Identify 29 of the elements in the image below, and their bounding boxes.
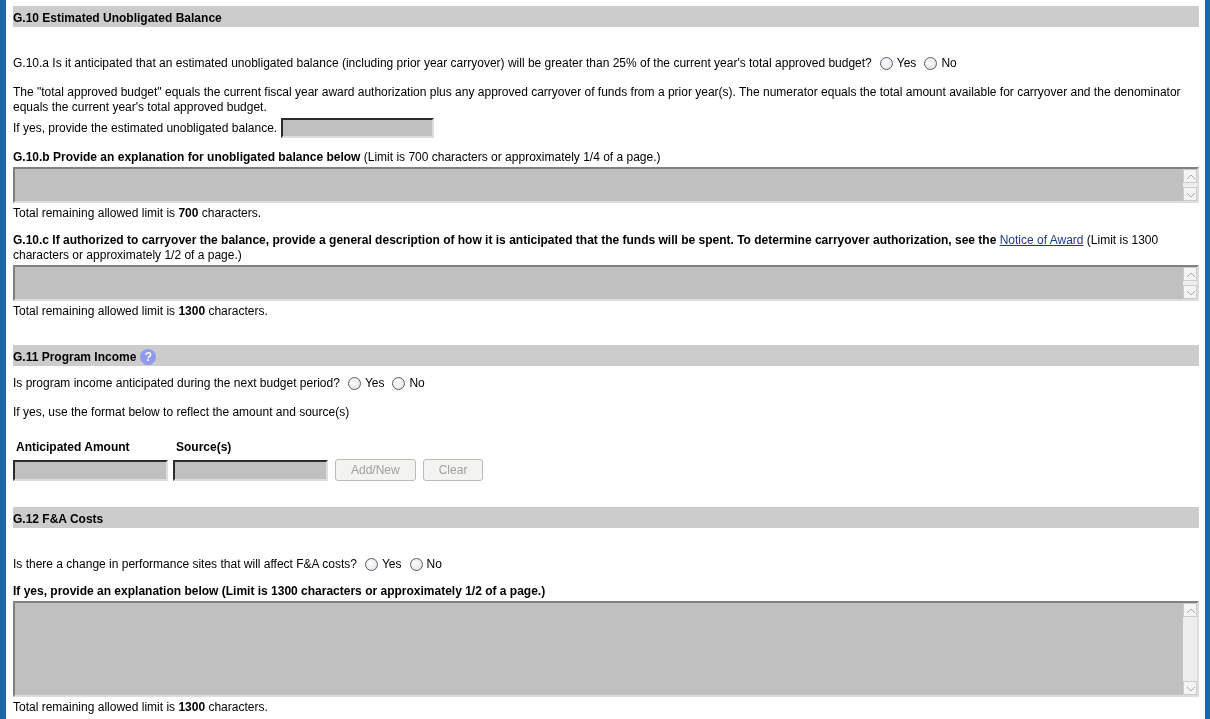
radio-button[interactable] — [924, 57, 938, 70]
field-label: G.10.c If authorized to carryover the balance, provide a general description of how it is anticipated that the funds will be spent. To determine carryover authorization, see the Notice of Award (Limit is 1300 characters or approximately 1/2 of a page.) — [13, 233, 1160, 263]
section-title: G.11 Program Income — [13, 349, 137, 365]
radio-label[interactable]: No — [941, 56, 957, 71]
column-header: Anticipated Amount — [16, 440, 131, 455]
radio-button[interactable] — [364, 558, 378, 571]
remaining-text: Total remaining allowed limit is 1300 characters. — [13, 700, 269, 715]
section-title: G.12 F&A Costs — [13, 511, 104, 527]
radio-label[interactable]: No — [409, 376, 425, 391]
radio-label[interactable]: Yes — [896, 56, 917, 71]
radio-button[interactable] — [347, 377, 361, 390]
remaining-text: Total remaining allowed limit is 1300 characters. — [13, 304, 269, 319]
question-text: Is there a change in performance sites that will affect F&A costs? — [13, 557, 357, 572]
paragraph-text: If yes, use the format below to reflect the amount and source(s) — [13, 405, 351, 420]
radio-label[interactable]: Yes — [381, 557, 402, 572]
question-text: Is program income anticipated during the next budget period? — [13, 376, 340, 391]
section-title: G.10 Estimated Unobligated Balance — [13, 10, 222, 26]
radio-label[interactable]: Yes — [364, 376, 385, 391]
remaining-text: Total remaining allowed limit is 700 characters. — [13, 206, 263, 221]
radio-button[interactable] — [392, 377, 406, 390]
field-label: If yes, provide the estimated unobligated balance. — [13, 120, 278, 136]
field-label: If yes, provide an explanation below (Limit is 1300 characters or approximately 1/2 of a page.) — [13, 584, 547, 599]
radio-button[interactable] — [879, 57, 893, 70]
paragraph-text: The "total approved budget" equals the current fiscal year award authorization plus any approved carryover of funds from a prior year(s). The numerator equals the total amount available for carryover and the denominator equals the current year's total approved budget. — [13, 85, 1182, 115]
radio-label[interactable]: No — [426, 557, 442, 572]
column-header: Source(s) — [176, 440, 233, 455]
question-text: G.10.a Is it anticipated that an estimated unobligated balance (including prior year carryover) will be greater than 25% of the current year's total approved budget? — [13, 56, 872, 71]
radio-button[interactable] — [409, 558, 423, 571]
field-label: G.10.b Provide an explanation for unobligated balance below (Limit is 700 characters or approximately 1/4 of a page.) — [13, 150, 662, 165]
